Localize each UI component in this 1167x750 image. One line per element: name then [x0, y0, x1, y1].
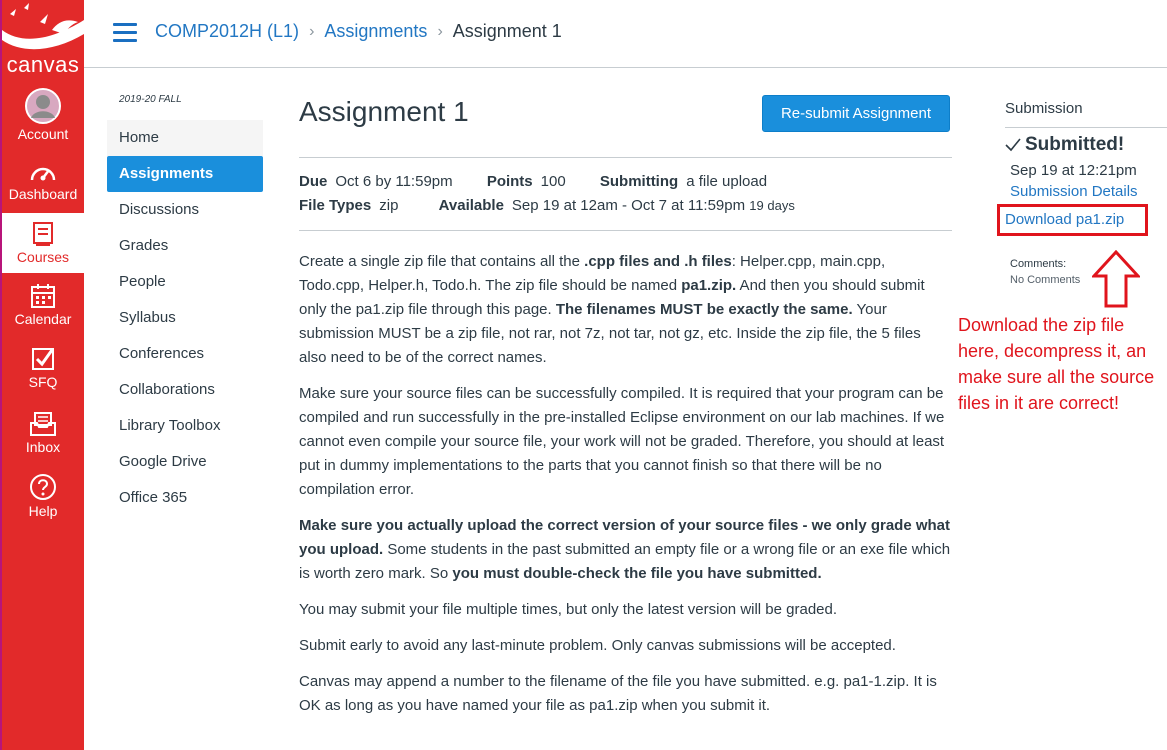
submission-heading: Submission: [1005, 100, 1167, 128]
course-nav-discussions[interactable]: Discussions: [107, 192, 263, 228]
bird-logo-icon: [2, 3, 84, 50]
breadcrumb-course[interactable]: COMP2012H (L1): [155, 21, 299, 42]
details-row-2: File Types zip Available Sep 19 at 12am - …: [299, 197, 795, 214]
submitted-status-text: Submitted!: [1025, 134, 1125, 155]
nav-inbox-label: Inbox: [25, 439, 61, 455]
description-paragraph: Create a single zip file that contains a…: [299, 250, 952, 370]
description-paragraph: Submit early to avoid any last-minute pr…: [299, 637, 896, 654]
inbox-icon: [30, 412, 56, 436]
page-title: Assignment 1: [299, 96, 469, 127]
nav-dashboard[interactable]: Dashboard: [2, 160, 84, 202]
due-label: Due: [299, 173, 328, 190]
file-types-label: File Types: [299, 197, 372, 214]
nav-sfq[interactable]: SFQ: [2, 346, 84, 390]
term-label: 2019-20 FALL: [119, 94, 182, 105]
nav-account[interactable]: Account: [2, 88, 84, 142]
course-nav-people[interactable]: People: [107, 264, 263, 300]
course-nav-google-drive[interactable]: Google Drive: [107, 444, 263, 480]
nav-account-label: Account: [17, 126, 69, 142]
resubmit-assignment-button[interactable]: Re-submit Assignment: [762, 95, 950, 132]
text-span: Create a single zip file that contains a…: [299, 253, 585, 270]
course-navigation: 2019-20 FALL Home Assignments Discussion…: [107, 94, 263, 516]
page-header: COMP2012H (L1) › Assignments › Assignmen…: [84, 0, 1167, 68]
submitted-timestamp: Sep 19 at 12:21pm: [1010, 162, 1137, 179]
nav-sfq-label: SFQ: [28, 374, 58, 390]
breadcrumb-assignments[interactable]: Assignments: [324, 21, 427, 42]
help-icon: [30, 474, 56, 500]
submitting-value: a file upload: [686, 173, 768, 190]
description-paragraph: Make sure you actually upload the correc…: [299, 514, 952, 586]
submission-details-link[interactable]: Submission Details: [1005, 183, 1167, 200]
assignment-details: Due Oct 6 by 11:59pm Points 100 Submitting…: [299, 157, 952, 231]
breadcrumb: COMP2012H (L1) › Assignments › Assignmen…: [155, 21, 562, 42]
course-nav-conferences[interactable]: Conferences: [107, 336, 263, 372]
nav-help-label: Help: [28, 503, 58, 519]
nav-courses[interactable]: Courses: [2, 213, 84, 273]
description-paragraph: You may submit your file multiple times,…: [299, 601, 838, 618]
avatar-icon: [25, 88, 61, 124]
global-navigation: canvas Account Dashboard Courses Calenda…: [0, 0, 84, 750]
chevron-right-icon: ›: [437, 22, 443, 40]
available-days: 19 days: [749, 198, 795, 213]
due-value: Oct 6 by 11:59pm: [335, 173, 453, 190]
details-row-1: Due Oct 6 by 11:59pm Points 100 Submitting…: [299, 173, 797, 190]
up-arrow-annotation-icon: [1092, 250, 1140, 308]
available-label: Available: [438, 197, 504, 214]
points-label: Points: [486, 173, 533, 190]
description-paragraph: Make sure your source files can be succe…: [299, 385, 945, 498]
course-nav-grades[interactable]: Grades: [107, 228, 263, 264]
text-bold: pa1.zip.: [681, 277, 737, 294]
hamburger-menu-icon[interactable]: [113, 23, 137, 43]
text-bold: The filenames MUST be exactly the same.: [555, 301, 853, 318]
calendar-icon: [31, 284, 55, 308]
text-bold: .cpp files and .h files: [584, 253, 732, 270]
available-value: Sep 19 at 12am - Oct 7 at 11:59pm: [511, 197, 746, 214]
points-value: 100: [540, 173, 566, 190]
submission-sidebar: Submission Submitted! Sep 19 at 12:21pm …: [997, 100, 1167, 286]
download-submission-link[interactable]: Download pa1.zip: [997, 204, 1148, 236]
course-nav-syllabus[interactable]: Syllabus: [107, 300, 263, 336]
course-nav-home[interactable]: Home: [107, 120, 263, 156]
nav-inbox[interactable]: Inbox: [2, 411, 84, 455]
dashboard-icon: [30, 167, 56, 181]
nav-dashboard-label: Dashboard: [8, 186, 78, 202]
file-types-value: zip: [379, 197, 399, 214]
comments-label: Comments:: [1010, 258, 1067, 270]
courses-icon: [33, 222, 53, 246]
course-nav-office-365[interactable]: Office 365: [107, 480, 263, 516]
submitted-status: Submitted!: [1005, 134, 1167, 156]
course-nav-assignments[interactable]: Assignments: [107, 156, 263, 192]
submitting-label: Submitting: [599, 173, 679, 190]
course-nav-collaborations[interactable]: Collaborations: [107, 372, 263, 408]
comments-value: No Comments: [1010, 274, 1081, 286]
assignment-description: Create a single zip file that contains a…: [299, 250, 952, 730]
annotation-text: Download the zip file here, decompress i…: [958, 315, 1155, 413]
sfq-icon: [32, 348, 54, 370]
nav-calendar[interactable]: Calendar: [2, 283, 84, 327]
nav-courses-label: Courses: [16, 249, 70, 265]
text-bold: you must double-check the file you have …: [452, 565, 822, 582]
chevron-right-icon: ›: [309, 22, 315, 40]
canvas-wordmark: canvas: [6, 52, 80, 77]
description-paragraph: Canvas may append a number to the filena…: [299, 673, 937, 714]
canvas-logo[interactable]: canvas: [2, 0, 84, 82]
nav-help[interactable]: Help: [2, 473, 84, 519]
checkmark-icon: [1005, 138, 1021, 152]
course-nav-library-toolbox[interactable]: Library Toolbox: [107, 408, 263, 444]
breadcrumb-current: Assignment 1: [452, 21, 562, 41]
nav-calendar-label: Calendar: [14, 311, 72, 327]
